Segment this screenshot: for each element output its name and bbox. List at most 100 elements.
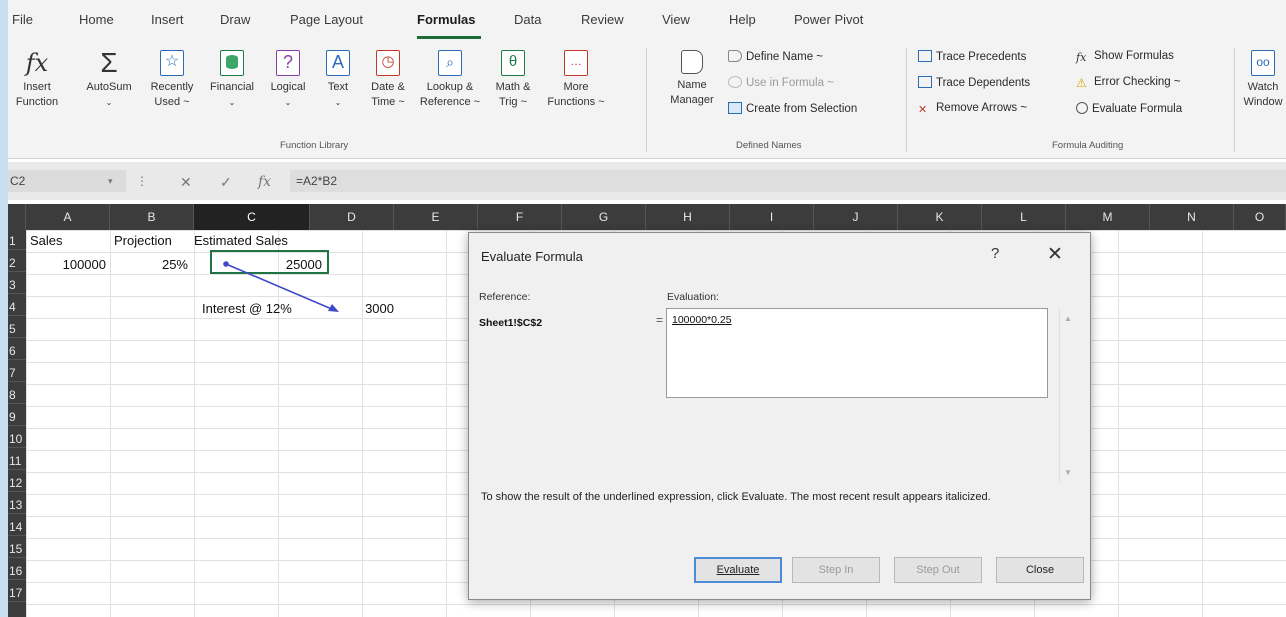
row-header[interactable]: 7 [8,364,26,382]
row-header[interactable]: 13 [8,496,26,514]
trace-arrow [223,261,339,312]
scroll-up-icon[interactable]: ▲ [1064,314,1072,323]
column-header-b[interactable]: B [110,204,194,230]
warning-icon: ⚠ [1076,76,1087,90]
logical-button[interactable]: ? Logical ⌄ [262,50,314,110]
column-header-l[interactable]: L [982,204,1066,230]
evaluation-box[interactable]: 100000*0.25 [666,308,1048,398]
step-out-button[interactable]: Step Out [894,557,982,583]
row-header[interactable]: 1 [8,232,26,250]
question-icon: ? [276,50,300,76]
tab-power-pivot[interactable]: Power Pivot [794,12,863,27]
row-header[interactable]: 17 [8,584,26,602]
row-header[interactable]: 15 [8,540,26,558]
tab-file[interactable]: File [12,12,33,27]
define-name-button[interactable]: Define Name ~ [728,50,823,63]
row-header[interactable]: 2 [8,254,26,272]
column-header-k[interactable]: K [898,204,982,230]
help-icon[interactable]: ? [991,245,999,262]
autosum-button[interactable]: Σ AutoSum ⌄ [80,49,138,110]
evaluate-button[interactable]: Evaluate [694,557,782,583]
function-library-label: Function Library [280,140,349,151]
fx-icon: fx [25,49,49,77]
formula-auditing-label: Formula Auditing [1052,140,1124,151]
row-header[interactable]: 10 [8,430,26,448]
excel-window: File Home Insert Draw Page Layout Formul… [8,0,1286,617]
column-header-o[interactable]: O [1234,204,1286,230]
math-trig-button[interactable]: θ Math & Trig ~ [486,50,540,110]
more-functions-button[interactable]: … More Functions ~ [542,50,610,110]
error-checking-button[interactable]: ⚠ Error Checking ~ [1076,76,1181,89]
row-header[interactable]: 5 [8,320,26,338]
name-manager-button[interactable]: Name Manager [662,50,722,108]
column-header-d[interactable]: D [310,204,394,230]
insert-function-fx-icon[interactable]: fx [258,174,271,190]
tab-page-layout[interactable]: Page Layout [290,12,363,27]
scroll-down-icon[interactable]: ▼ [1064,468,1072,477]
tab-draw[interactable]: Draw [220,12,250,27]
lookup-reference-button[interactable]: ⌕ Lookup & Reference ~ [416,50,484,110]
column-header-m[interactable]: M [1066,204,1150,230]
row-header[interactable]: 3 [8,276,26,294]
step-in-button[interactable]: Step In [792,557,880,583]
trace-dependents-button[interactable]: Trace Dependents [918,76,1030,89]
column-header-a[interactable]: A [26,204,110,230]
trace-arrow-line [225,263,335,311]
text-button[interactable]: A Text ⌄ [316,50,360,110]
defined-names-label: Defined Names [736,140,802,151]
show-formulas-button[interactable]: fx Show Formulas [1076,50,1174,64]
formula-input[interactable]: =A2*B2 [290,170,1286,192]
column-header-n[interactable]: N [1150,204,1234,230]
use-in-formula-button[interactable]: Use in Formula ~ [728,76,834,89]
trace-precedents-button[interactable]: Trace Precedents [918,50,1026,63]
column-header-j[interactable]: J [814,204,898,230]
tab-help[interactable]: Help [729,12,756,27]
tab-data[interactable]: Data [514,12,541,27]
cancel-icon[interactable]: ✕ [180,174,192,191]
enter-icon[interactable]: ✓ [220,174,232,191]
recently-used-button[interactable]: ☆ Recently Used ~ [142,50,202,110]
trace-precedents-icon [918,50,932,62]
name-box-dropdown-icon[interactable]: ▾ [108,176,113,187]
row-header[interactable]: 8 [8,386,26,404]
group-divider [1234,48,1235,152]
column-header-h[interactable]: H [646,204,730,230]
evaluate-icon [1076,102,1088,114]
more-options-icon[interactable]: ⋮ [136,174,148,188]
row-header[interactable]: 14 [8,518,26,536]
evaluate-formula-button[interactable]: Evaluate Formula [1076,102,1182,115]
tab-formulas[interactable]: Formulas [417,12,476,27]
column-header-i[interactable]: I [730,204,814,230]
close-button[interactable]: Close [996,557,1084,583]
row-header[interactable]: 6 [8,342,26,360]
watch-window-button[interactable]: oo Watch Window [1240,50,1286,110]
insert-function-button[interactable]: fx Insert Function [8,50,66,110]
glasses-icon: oo [1251,50,1275,76]
row-header[interactable]: 11 [8,452,26,470]
row-header[interactable]: 4 [8,298,26,316]
column-header-e[interactable]: E [394,204,478,230]
row-headers: 1 2 3 4 5 6 7 8 9 10 11 12 13 14 15 16 17 [8,230,26,617]
evaluation-scrollbar[interactable]: ▲ ▼ [1059,308,1078,483]
financial-button[interactable]: Financial ⌄ [204,50,260,110]
create-from-selection-button[interactable]: Create from Selection [728,102,857,115]
column-header-f[interactable]: F [478,204,562,230]
row-header[interactable]: 12 [8,474,26,492]
tab-review[interactable]: Review [581,12,624,27]
column-header-g[interactable]: G [562,204,646,230]
tab-view[interactable]: View [662,12,690,27]
close-icon[interactable]: ✕ [1047,243,1063,266]
remove-arrows-button[interactable]: ✕ Remove Arrows ~ [918,102,1027,116]
reference-value: Sheet1!$C$2 [479,317,543,329]
ribbon: fx Insert Function Σ AutoSum ⌄ ☆ Recently… [8,40,1286,159]
tab-home[interactable]: Home [79,12,114,27]
column-header-c[interactable]: C [194,204,310,230]
tab-insert[interactable]: Insert [151,12,184,27]
date-time-button[interactable]: ◷ Date & Time ~ [362,50,414,110]
equals-sign: = [656,313,664,327]
financial-icon [220,50,244,76]
row-header[interactable]: 16 [8,562,26,580]
select-all-corner[interactable] [8,204,26,230]
show-formulas-icon: fx [1076,51,1087,64]
row-header[interactable]: 9 [8,408,26,426]
